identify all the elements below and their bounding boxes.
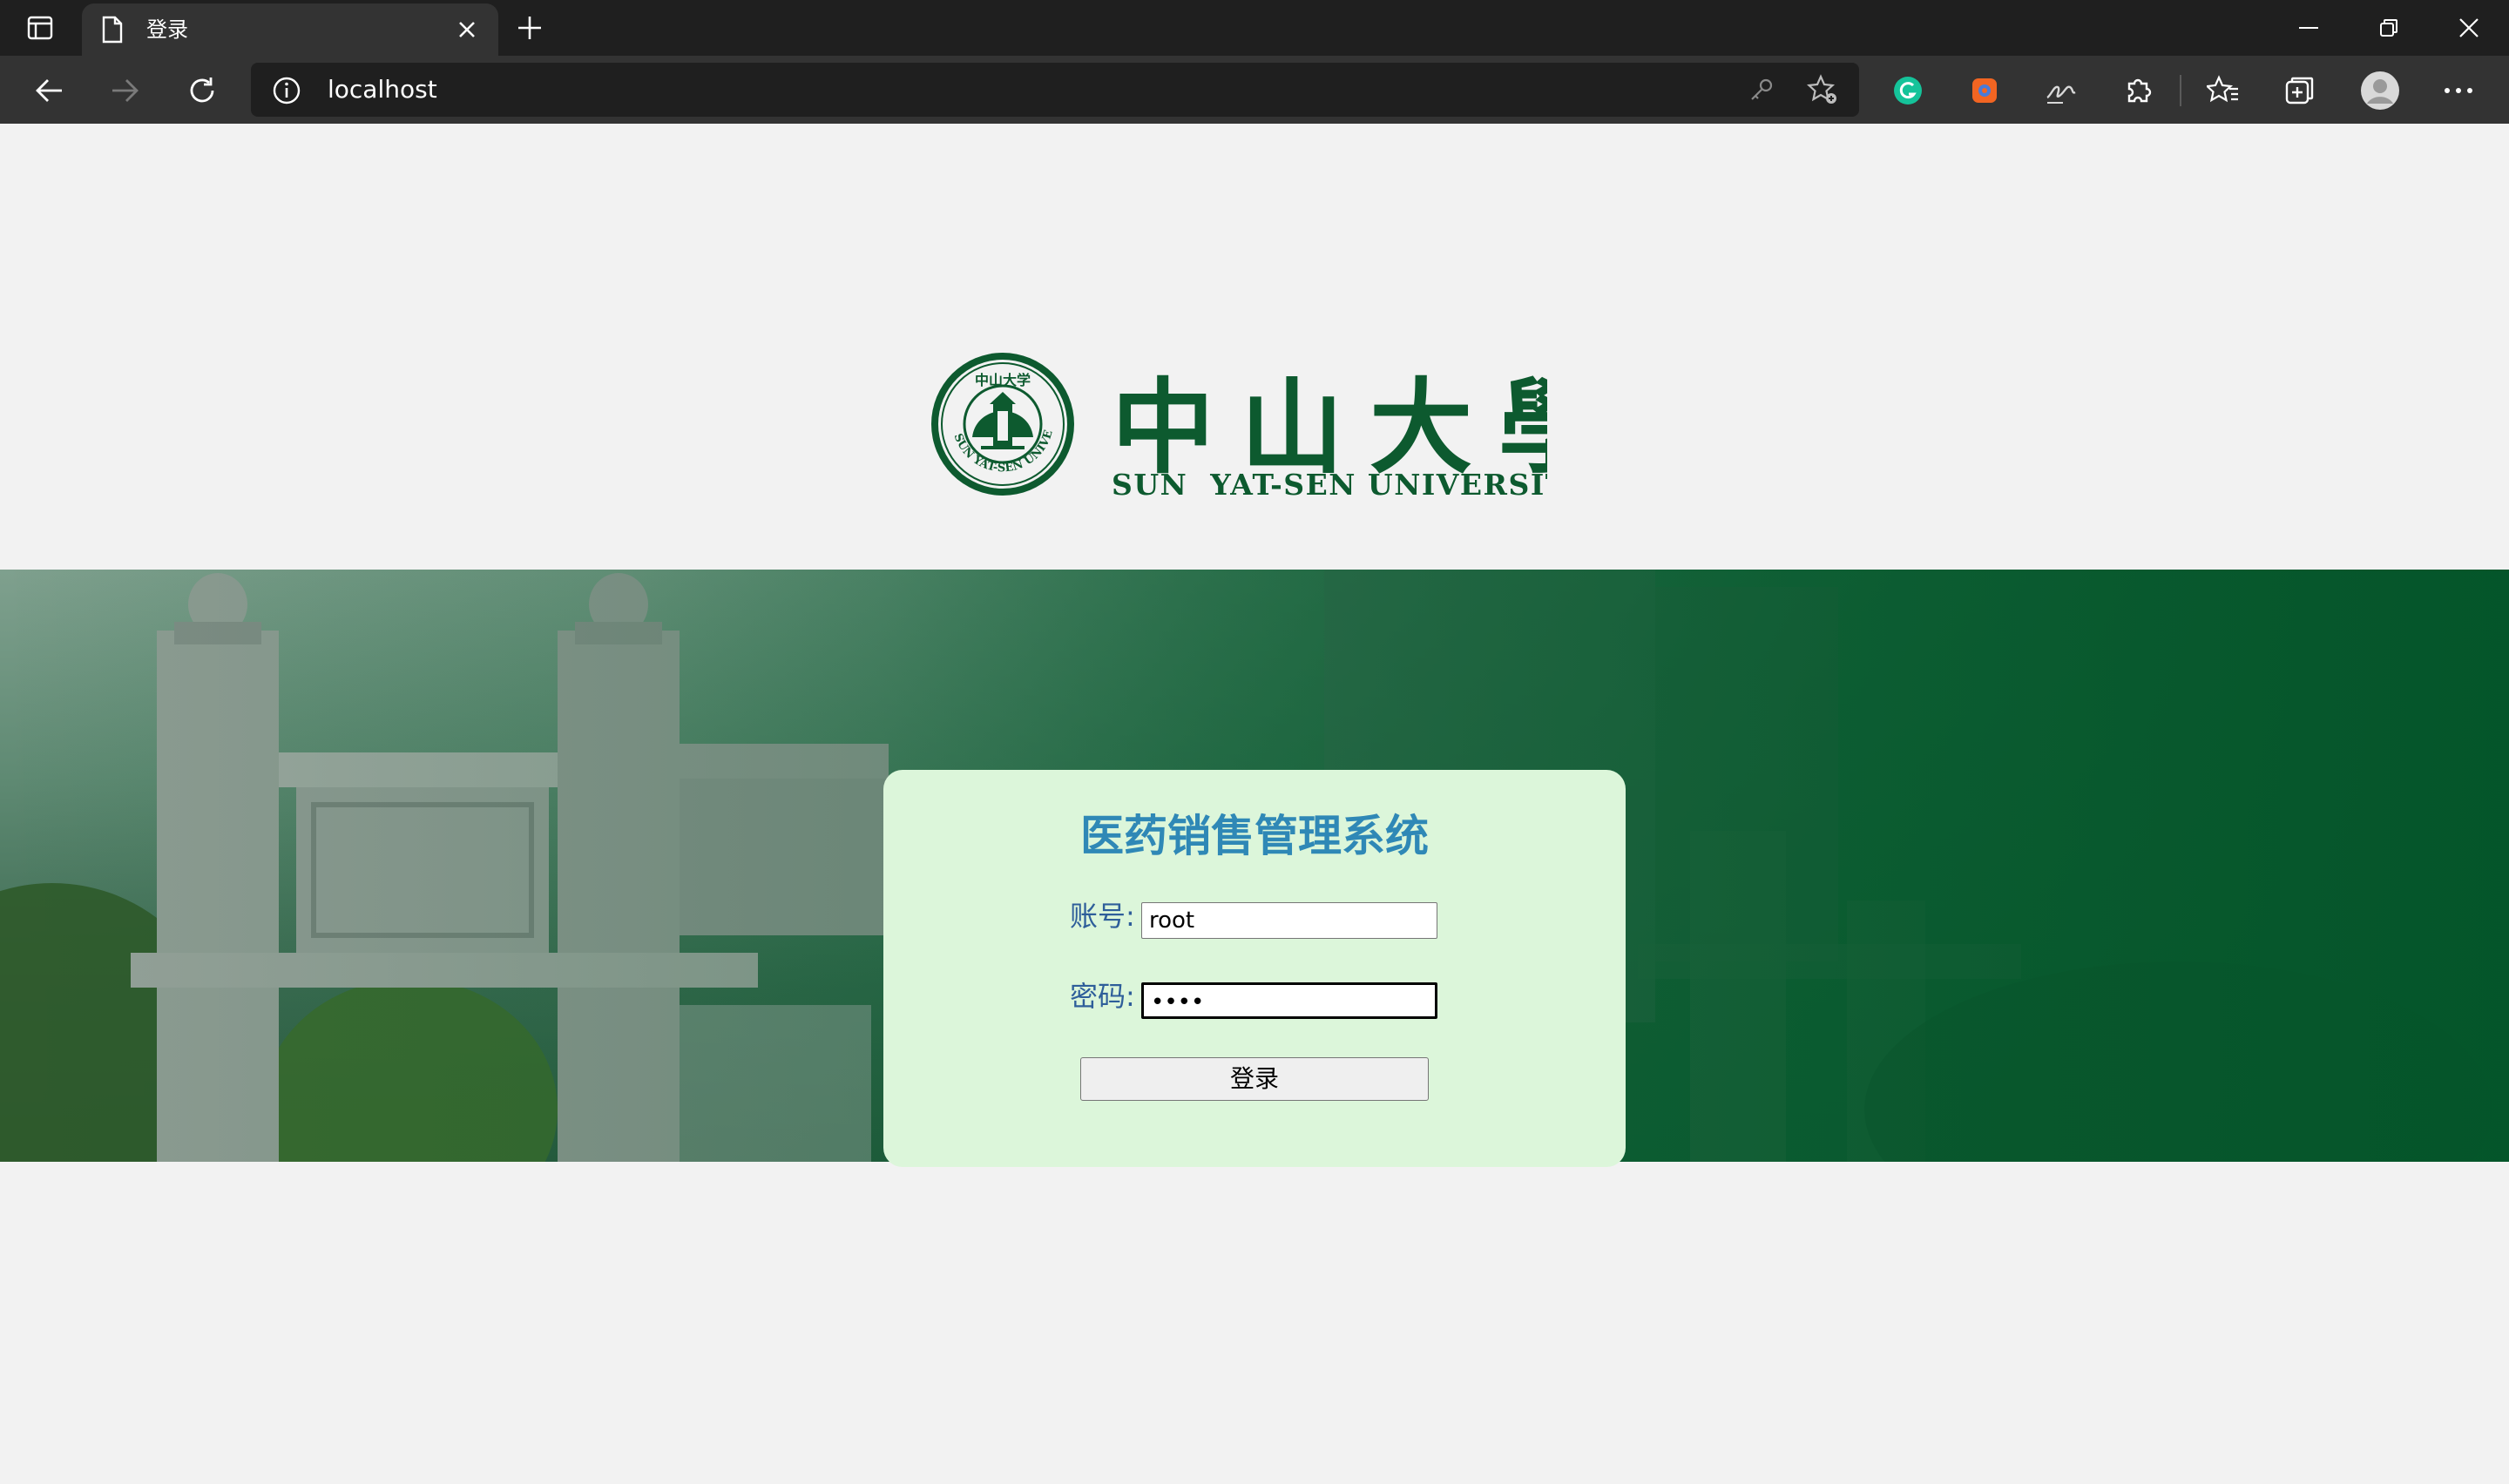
login-form: 医药销售管理系统 账号: root 密码: •••• 登录 xyxy=(883,770,1626,1167)
forward-icon[interactable] xyxy=(105,70,146,111)
restore-icon[interactable] xyxy=(2363,9,2415,47)
color-extension-icon[interactable] xyxy=(1964,70,2005,111)
grammarly-icon[interactable] xyxy=(1887,70,1929,111)
refresh-icon[interactable] xyxy=(181,70,223,111)
profile-avatar-icon[interactable] xyxy=(2359,70,2401,111)
back-icon[interactable] xyxy=(28,70,70,111)
browser-toolbar: localhost xyxy=(0,56,2509,124)
extensions-icon[interactable] xyxy=(2117,70,2159,111)
window-close-icon[interactable] xyxy=(2443,9,2495,47)
username-input[interactable]: root xyxy=(1141,902,1437,939)
system-title: 医药销售管理系统 xyxy=(1080,811,1429,861)
svg-text:中山大学: 中山大学 xyxy=(975,372,1031,388)
address-text: localhost xyxy=(328,75,437,104)
close-icon[interactable] xyxy=(453,16,481,44)
page-icon xyxy=(101,16,124,47)
tab-login[interactable]: 登录 xyxy=(82,3,498,56)
key-icon[interactable] xyxy=(1746,74,1777,105)
signature-extension-icon[interactable] xyxy=(2040,70,2082,111)
tab-title: 登录 xyxy=(146,17,188,42)
university-logo: 中山大学 SUN YAT-SEN UNIVERSITY 中山大學 SUN YAT… xyxy=(923,341,1601,502)
favorites-icon[interactable] xyxy=(2202,70,2244,111)
more-options-icon[interactable] xyxy=(2438,70,2479,111)
university-english-name: SUN YAT-SEN UNIVERSITY xyxy=(1112,468,1547,498)
browser-tab-bar: 登录 xyxy=(0,0,2509,56)
collections-icon[interactable] xyxy=(2279,70,2321,111)
toolbar-divider xyxy=(2180,75,2181,106)
address-bar[interactable]: localhost xyxy=(251,63,1859,117)
info-icon[interactable] xyxy=(272,76,301,109)
username-label: 账号: xyxy=(1070,900,1135,933)
tab-actions-icon[interactable] xyxy=(23,12,57,44)
new-tab-button[interactable] xyxy=(514,12,545,44)
minimize-icon[interactable] xyxy=(2282,9,2335,47)
page-content: 中山大学 SUN YAT-SEN UNIVERSITY 中山大學 SUN YAT… xyxy=(0,124,2509,1484)
favorite-add-icon[interactable] xyxy=(1807,74,1838,105)
login-button[interactable]: 登录 xyxy=(1080,1057,1429,1101)
university-seal-icon: 中山大学 SUN YAT-SEN UNIVERSITY xyxy=(923,341,1074,496)
password-input[interactable]: •••• xyxy=(1141,982,1437,1019)
password-label: 密码: xyxy=(1070,980,1135,1013)
